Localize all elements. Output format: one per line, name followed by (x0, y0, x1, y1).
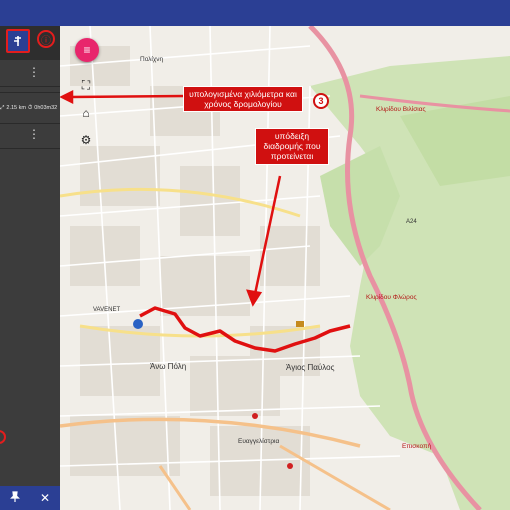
map-label-vavenet: VAVENET (93, 307, 121, 313)
map-label-ano-poli: Άνω Πόλη (150, 362, 187, 371)
map-label-polichni: Πολίχνη (140, 56, 164, 63)
callout-distance-time: υπολογισμένα χιλιόμετρα και χρόνος δρομο… (183, 86, 303, 113)
map-label-a24: A24 (406, 219, 417, 225)
more-options-icon[interactable]: ⋮ (28, 66, 40, 78)
home-icon[interactable]: ⌂ (77, 104, 95, 122)
pin-icon[interactable] (10, 490, 20, 506)
sidebar-footer: ✕ (0, 486, 60, 510)
close-icon[interactable]: ✕ (40, 491, 50, 505)
route-summary: ⤢ 2.15 km ⏱ 0h03m32 (0, 92, 60, 124)
info-mark: ⓘ (37, 30, 55, 48)
distance-icon: ⤢ (0, 104, 5, 111)
routing-icon[interactable] (6, 29, 30, 53)
more-options-icon[interactable]: ⋮ (28, 128, 40, 140)
annotation-circle (0, 430, 6, 444)
map-label-evangelistria: Ευαγγελίστρια (238, 438, 280, 445)
top-app-bar (0, 0, 510, 26)
map-label-episkopi: Επισκοπή (402, 443, 432, 450)
map-label-rehi: Κλιρίδου Φλώρος (366, 294, 417, 301)
fullscreen-icon[interactable]: ⛶ (77, 76, 95, 94)
annotation-number-badge: 3 (313, 93, 329, 109)
settings-icon[interactable]: ⚙ (77, 131, 95, 149)
sidebar-header: ⓘ (0, 26, 60, 60)
map-label-agios-pavlos: Άγιος Παύλος (286, 363, 335, 372)
callout-suggested-route: υπόδειξη διαδρομής που προτείνεται (255, 128, 329, 165)
routing-sidebar: ⓘ ⋮ ⤢ 2.15 km ⏱ 0h03m32 ⋮ ✕ (0, 26, 60, 510)
map-menu-button[interactable]: ≡ (75, 38, 99, 62)
route-duration: 0h03m32 (34, 105, 58, 111)
route-distance: 2.15 km (6, 105, 26, 111)
map-label-kiliisias: Κλιρίδου Βιλίσιας (376, 106, 426, 113)
route-row-2[interactable]: ⋮ (0, 122, 60, 149)
clock-icon: ⏱ (27, 104, 33, 111)
route-row-1[interactable]: ⋮ (0, 60, 60, 87)
